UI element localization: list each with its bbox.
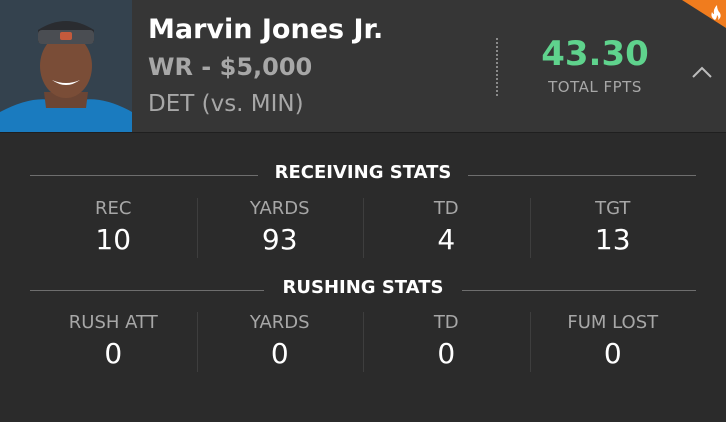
stat-value: 13 xyxy=(594,223,631,256)
stat-label: FUM LOST xyxy=(567,312,659,333)
player-team-matchup: DET (vs. MIN) xyxy=(148,91,304,117)
stat-label: TD xyxy=(433,198,459,219)
section-divider-right xyxy=(462,290,696,291)
player-card: Marvin Jones Jr. WR - $5,000 DET (vs. MI… xyxy=(0,0,726,422)
stat-label: TGT xyxy=(595,198,631,219)
receiving-stats-title: RECEIVING STATS xyxy=(274,162,452,183)
stat-rec: REC 10 xyxy=(30,198,197,258)
stat-value: 93 xyxy=(261,223,298,256)
receiving-stats-header: RECEIVING STATS xyxy=(0,162,726,188)
stat-tgt: TGT 13 xyxy=(529,198,697,258)
stat-value: 10 xyxy=(95,223,132,256)
player-name: Marvin Jones Jr. xyxy=(148,14,384,45)
total-fpts-label: TOTAL FPTS xyxy=(548,78,642,96)
player-header[interactable]: Marvin Jones Jr. WR - $5,000 DET (vs. MI… xyxy=(0,0,726,133)
stat-label: YARDS xyxy=(249,198,310,219)
stat-label: TD xyxy=(433,312,459,333)
stat-label: YARDS xyxy=(249,312,310,333)
rushing-stats-row: RUSH ATT 0 YARDS 0 TD 0 FUM LOST 0 xyxy=(30,312,696,372)
stat-label: REC xyxy=(95,198,132,219)
chevron-up-icon[interactable] xyxy=(689,62,715,82)
stat-value: 0 xyxy=(104,337,123,370)
player-photo xyxy=(0,0,132,132)
total-fpts-value: 43.30 xyxy=(541,34,649,74)
stat-td: TD 0 xyxy=(363,312,530,372)
stat-fum-lost: FUM LOST 0 xyxy=(529,312,697,372)
stat-label: RUSH ATT xyxy=(68,312,158,333)
stat-rush-att: RUSH ATT 0 xyxy=(30,312,197,372)
stat-yards: YARDS 0 xyxy=(196,312,364,372)
header-divider xyxy=(496,38,498,96)
flame-icon xyxy=(682,0,726,28)
player-headshot-icon xyxy=(0,0,132,132)
stat-value: 0 xyxy=(603,337,622,370)
stat-value: 0 xyxy=(437,337,456,370)
stat-value: 0 xyxy=(270,337,289,370)
player-position-salary: WR - $5,000 xyxy=(148,53,313,81)
receiving-stats-row: REC 10 YARDS 93 TD 4 TGT 13 xyxy=(30,198,696,258)
stat-yards: YARDS 93 xyxy=(196,198,364,258)
stat-value: 4 xyxy=(437,223,456,256)
rushing-stats-header: RUSHING STATS xyxy=(0,277,726,303)
rushing-stats-title: RUSHING STATS xyxy=(282,277,444,298)
section-divider-right xyxy=(468,175,696,176)
stat-td: TD 4 xyxy=(363,198,530,258)
